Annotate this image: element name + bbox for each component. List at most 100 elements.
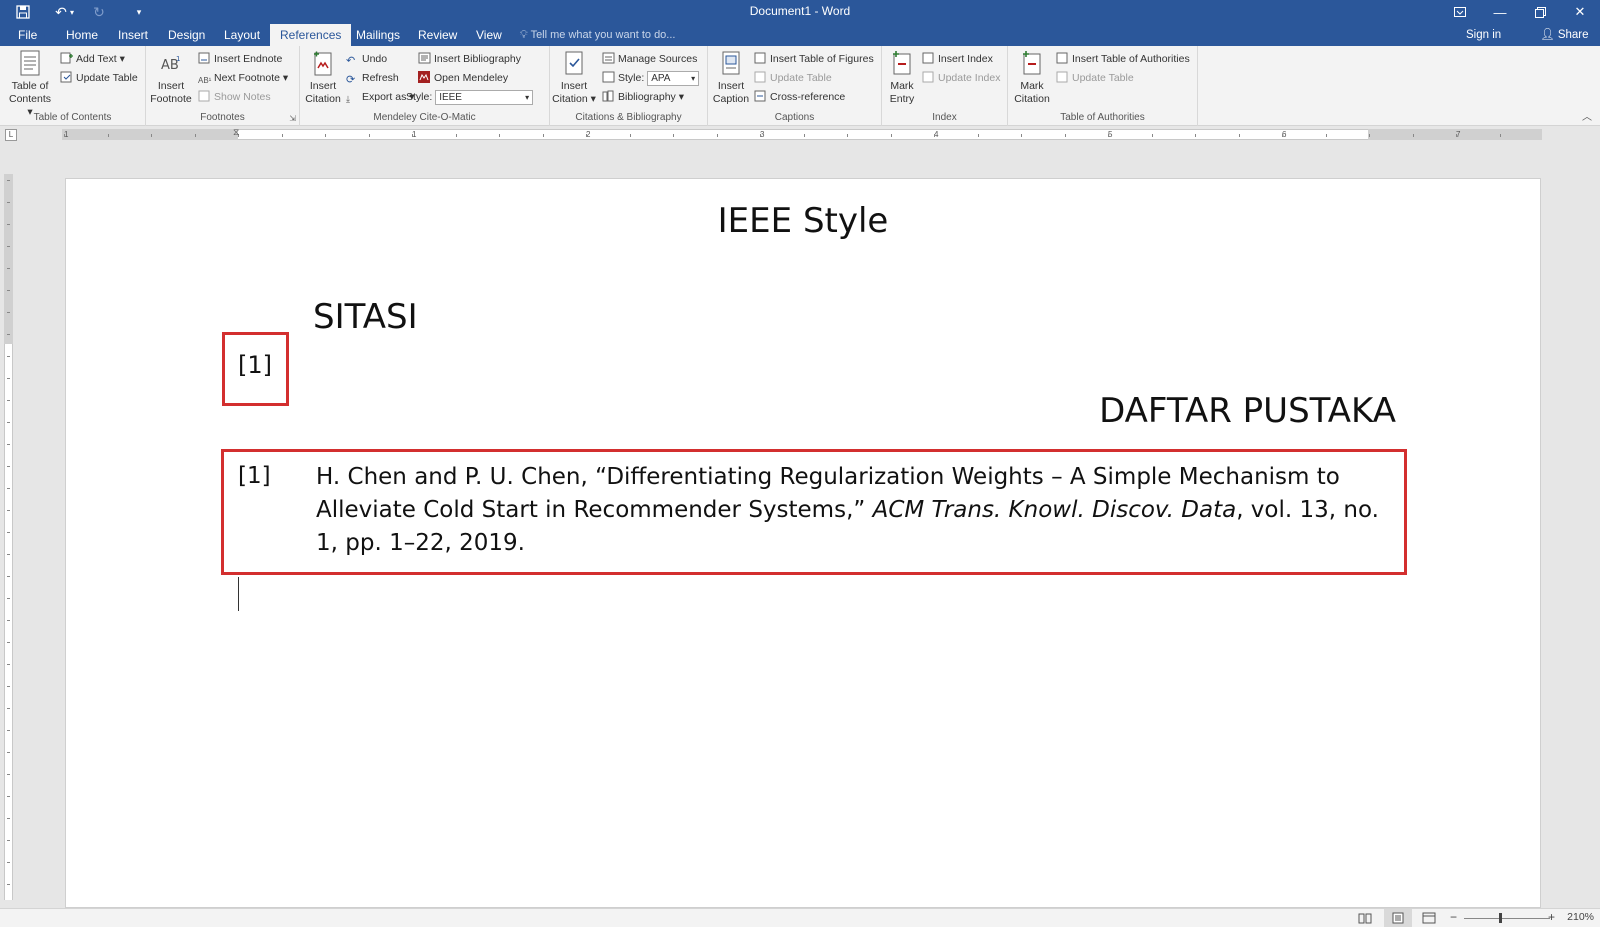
tell-me-box[interactable]: 💡︎ Tell me what you want to do... xyxy=(520,24,675,46)
tab-mailings[interactable]: Mailings xyxy=(346,24,410,46)
share-button[interactable]: 👤︎ Share xyxy=(1540,24,1589,46)
ruler-tick xyxy=(1239,134,1240,137)
ruler-tick xyxy=(586,134,587,137)
export-icon: ⤓ xyxy=(346,94,350,104)
tab-view[interactable]: View xyxy=(466,24,512,46)
group-label-toa: Table of Authorities xyxy=(1060,112,1145,123)
bibliography-number: [1] xyxy=(238,463,271,489)
tab-file[interactable]: File xyxy=(8,24,47,46)
insert-toa-button[interactable]: Insert Table of Authorities xyxy=(1056,50,1190,68)
mark-citation-button[interactable]: Mark Citation xyxy=(1010,50,1054,106)
ruler-tick xyxy=(891,134,892,137)
mendeley-style-selector[interactable]: Style: IEEE ▾ xyxy=(406,88,534,106)
indent-marker-icon[interactable]: ⧖ xyxy=(233,127,239,138)
read-mode-icon[interactable] xyxy=(1358,912,1372,924)
cross-reference-button[interactable]: Cross-reference xyxy=(754,88,845,106)
vertical-ruler xyxy=(0,170,16,905)
bibliography-entry: H. Chen and P. U. Chen, “Differentiating… xyxy=(316,464,1379,556)
tab-design[interactable]: Design xyxy=(158,24,215,46)
mendeley-undo-button[interactable]: ↶ Undo xyxy=(346,50,387,68)
zoom-out-icon[interactable]: − xyxy=(1450,910,1457,924)
ribbon-display-options-icon[interactable] xyxy=(1440,0,1480,24)
close-icon[interactable]: ✕ xyxy=(1560,0,1600,24)
manage-sources-button[interactable]: Manage Sources xyxy=(602,50,697,68)
minimize-icon[interactable]: — xyxy=(1480,0,1520,24)
mendeley-insert-citation-button[interactable]: Insert Citation xyxy=(302,50,344,106)
zoom-slider-thumb[interactable] xyxy=(1499,913,1502,923)
share-label: Share xyxy=(1557,29,1589,41)
vruler-tick xyxy=(7,378,10,379)
ruler-tick xyxy=(934,134,935,137)
tab-selector-icon[interactable]: L xyxy=(5,129,17,141)
vruler-tick xyxy=(7,598,10,599)
sign-in-link[interactable]: Sign in xyxy=(1466,24,1501,46)
tab-layout[interactable]: Layout xyxy=(214,24,270,46)
zoom-in-icon[interactable]: + xyxy=(1548,910,1555,924)
ribbon: Table of Contents ▾ Add Text ▾ Update Ta… xyxy=(0,46,1600,126)
caption-icon xyxy=(722,51,740,75)
mendeley-citation-icon xyxy=(314,51,332,76)
bibliography-button[interactable]: Bibliography ▾ xyxy=(602,88,684,106)
vruler-tick xyxy=(7,268,10,269)
toa-update-icon xyxy=(1056,71,1068,83)
mendeley-refresh-button[interactable]: ⟳ Refresh xyxy=(346,69,399,87)
ruler-tick xyxy=(1500,134,1501,137)
insert-bibliography-button[interactable]: Insert Bibliography xyxy=(418,50,521,68)
document-page[interactable]: IEEE Style SITASI [1] DAFTAR PUSTAKA [1]… xyxy=(65,178,1541,908)
tab-insert[interactable]: Insert xyxy=(108,24,158,46)
insert-index-button[interactable]: Insert Index xyxy=(922,50,993,68)
insert-table-of-figures-button[interactable]: Insert Table of Figures xyxy=(754,50,874,68)
dialog-launcher-icon[interactable]: ⇲ xyxy=(289,114,296,123)
horizontal-ruler[interactable]: L 11234567 ⧖ xyxy=(0,127,1600,143)
mark-entry-button[interactable]: Mark Entry xyxy=(884,50,920,106)
footnote-icon: AB1 xyxy=(161,55,180,73)
ruler-tick xyxy=(1021,134,1022,137)
journal-name: ACM Trans. Knowl. Discov. Data xyxy=(872,497,1237,523)
toa-update-table-button: Update Table xyxy=(1056,69,1134,87)
ruler-tick xyxy=(1413,134,1414,137)
group-mendeley: Insert Citation ↶ Undo ⟳ Refresh ⤓ Export a… xyxy=(300,46,550,126)
tab-home[interactable]: Home xyxy=(56,24,108,46)
restore-icon[interactable] xyxy=(1520,0,1560,24)
add-text-button[interactable]: Add Text ▾ xyxy=(60,50,125,68)
mendeley-export-as-button[interactable]: ⤓ Export as ▾ xyxy=(346,88,415,106)
group-index: Mark Entry Insert Index Update Index Ind… xyxy=(882,46,1008,126)
table-of-contents-button[interactable]: Table of Contents ▾ xyxy=(6,50,54,119)
zoom-slider[interactable] xyxy=(1464,918,1550,919)
vruler-tick xyxy=(7,686,10,687)
vruler-tick xyxy=(7,554,10,555)
collapse-ribbon-icon[interactable]: ︿ xyxy=(1582,108,1592,123)
show-notes-button: Show Notes xyxy=(198,88,271,106)
open-mendeley-button[interactable]: Open Mendeley xyxy=(418,69,508,87)
ruler-tick xyxy=(543,134,544,137)
ribbon-tabs: File Home Insert Design Layout Reference… xyxy=(0,24,1600,46)
ruler-tick xyxy=(1108,134,1109,137)
mendeley-style-dropdown[interactable]: IEEE ▾ xyxy=(435,90,534,105)
update-table-button[interactable]: Update Table xyxy=(60,69,138,87)
mark-entry-icon xyxy=(893,51,911,75)
vruler-tick xyxy=(7,862,10,863)
ruler-tick xyxy=(412,134,413,137)
citation-icon xyxy=(565,51,583,75)
tab-references[interactable]: References xyxy=(270,24,352,46)
insert-caption-button[interactable]: Insert Caption xyxy=(710,50,752,106)
vruler-tick xyxy=(7,510,10,511)
tab-review[interactable]: Review xyxy=(408,24,467,46)
zoom-level[interactable]: 210% xyxy=(1567,911,1594,923)
print-layout-icon[interactable] xyxy=(1391,912,1405,924)
vruler-tick xyxy=(7,576,10,577)
vruler-tick xyxy=(7,796,10,797)
bibliography-books-icon xyxy=(602,90,614,102)
insert-endnote-button[interactable]: Insert Endnote xyxy=(198,50,282,68)
next-footnote-icon: AB¹ xyxy=(198,76,212,85)
ruler-tick xyxy=(456,134,457,137)
vruler-tick xyxy=(7,466,10,467)
vruler-tick xyxy=(7,180,10,181)
next-footnote-button[interactable]: AB¹ Next Footnote ▾ xyxy=(198,69,288,87)
citation-style-dropdown[interactable]: APA ▾ xyxy=(647,71,700,86)
citation-style-selector[interactable]: Style: APA ▾ xyxy=(602,69,700,87)
web-layout-icon[interactable] xyxy=(1422,912,1436,924)
insert-footnote-button[interactable]: AB 1 Insert Footnote xyxy=(148,50,194,106)
insert-citation-button[interactable]: Insert Citation ▾ xyxy=(552,50,596,106)
update-table-icon xyxy=(60,71,72,83)
